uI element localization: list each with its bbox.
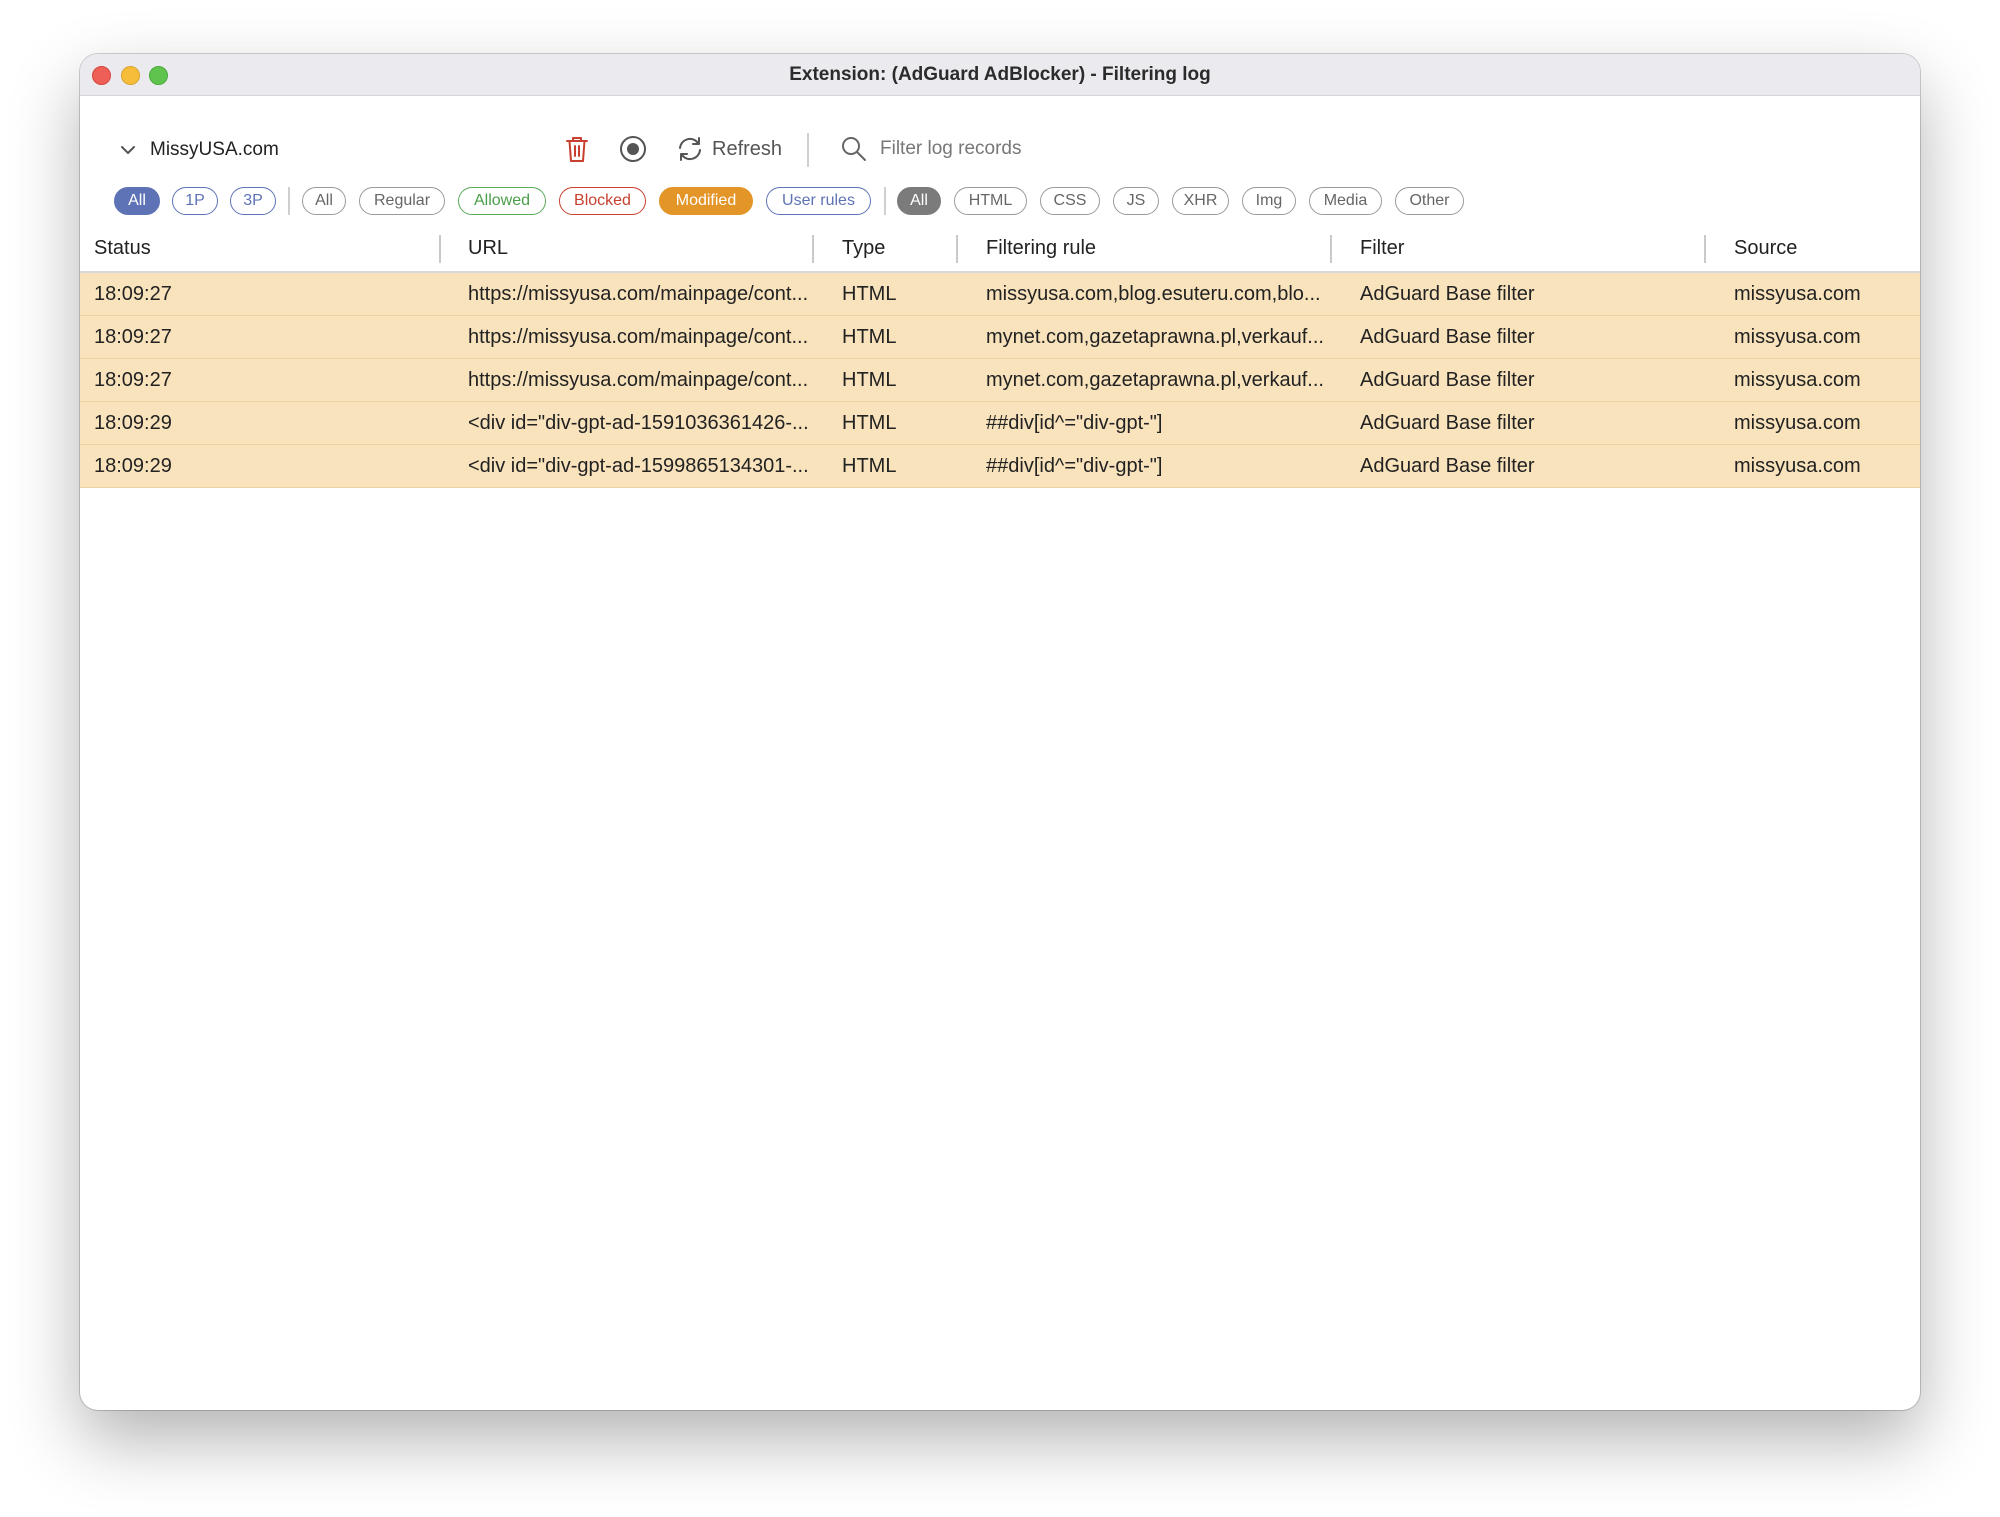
rule-cell: missyusa.com,blog.esuteru.com,blo... [986, 283, 1321, 305]
source-cell: missyusa.com [1734, 455, 1861, 477]
url-cell: https://missyusa.com/mainpage/cont... [468, 326, 809, 348]
window-title: Extension: (AdGuard AdBlocker) - Filteri… [789, 64, 1211, 85]
party-filter-1p[interactable]: 1P [172, 187, 218, 215]
party-filter-3p[interactable]: 3P [230, 187, 276, 215]
table-row[interactable]: 18:09:29 <div id="div-gpt-ad-15910363614… [80, 402, 1920, 445]
type-filter-all[interactable]: All [897, 187, 941, 215]
log-table-body: 18:09:27 https://missyusa.com/mainpage/c… [80, 273, 1920, 488]
pill-divider [884, 187, 886, 215]
filter-cell: AdGuard Base filter [1360, 455, 1535, 477]
status-cell: 18:09:27 [94, 283, 172, 305]
toolbar-divider [807, 133, 809, 167]
column-header-filter[interactable]: Filter [1360, 225, 1404, 271]
pill-divider [288, 187, 290, 215]
party-filter-all[interactable]: All [114, 187, 160, 215]
rule-cell: ##div[id^="div-gpt-"] [986, 455, 1163, 477]
type-cell: HTML [842, 326, 897, 348]
table-row[interactable]: 18:09:27 https://missyusa.com/mainpage/c… [80, 359, 1920, 402]
column-header-filtering-rule[interactable]: Filtering rule [986, 225, 1096, 271]
column-resize-handle[interactable] [1330, 235, 1332, 263]
filter-cell: AdGuard Base filter [1360, 369, 1535, 391]
filter-cell: AdGuard Base filter [1360, 326, 1535, 348]
source-cell: missyusa.com [1734, 412, 1861, 434]
toolbar: MissyUSA.com Refresh [80, 95, 1920, 195]
rule-cell: mynet.com,gazetaprawna.pl,verkauf... [986, 369, 1324, 391]
type-cell: HTML [842, 412, 897, 434]
title-bar: Extension: (AdGuard AdBlocker) - Filteri… [80, 54, 1920, 96]
table-row[interactable]: 18:09:27 https://missyusa.com/mainpage/c… [80, 316, 1920, 359]
search-box [840, 132, 1260, 166]
column-header-source[interactable]: Source [1734, 225, 1797, 271]
url-cell: https://missyusa.com/mainpage/cont... [468, 369, 809, 391]
record-icon [620, 136, 646, 162]
status-cell: 18:09:29 [94, 455, 172, 477]
table-header: Status URL Type Filtering rule Filter So… [80, 225, 1920, 273]
type-filter-css[interactable]: CSS [1040, 187, 1100, 215]
rule-cell: mynet.com,gazetaprawna.pl,verkauf... [986, 326, 1324, 348]
type-cell: HTML [842, 455, 897, 477]
status-filter-all[interactable]: All [302, 187, 346, 215]
filter-cell: AdGuard Base filter [1360, 412, 1535, 434]
column-resize-handle[interactable] [812, 235, 814, 263]
column-header-url[interactable]: URL [468, 225, 508, 271]
type-cell: HTML [842, 283, 897, 305]
column-resize-handle[interactable] [439, 235, 441, 263]
table-row[interactable]: 18:09:29 <div id="div-gpt-ad-15998651343… [80, 445, 1920, 488]
search-icon [842, 137, 866, 161]
refresh-icon [679, 137, 701, 161]
table-row[interactable]: 18:09:27 https://missyusa.com/mainpage/c… [80, 273, 1920, 316]
site-name: MissyUSA.com [150, 139, 279, 160]
filtering-log-window: Extension: (AdGuard AdBlocker) - Filteri… [80, 54, 1920, 1410]
column-header-status[interactable]: Status [94, 225, 151, 271]
source-cell: missyusa.com [1734, 326, 1861, 348]
url-cell: <div id="div-gpt-ad-1591036361426-... [468, 412, 809, 434]
clear-log-button[interactable] [565, 132, 589, 166]
type-filter-html[interactable]: HTML [954, 187, 1027, 215]
filter-cell: AdGuard Base filter [1360, 283, 1535, 305]
column-resize-handle[interactable] [956, 235, 958, 263]
type-filter-img[interactable]: Img [1242, 187, 1296, 215]
type-filter-media[interactable]: Media [1309, 187, 1382, 215]
refresh-button[interactable]: Refresh [676, 132, 782, 166]
type-cell: HTML [842, 369, 897, 391]
url-cell: https://missyusa.com/mainpage/cont... [468, 283, 809, 305]
status-cell: 18:09:27 [94, 326, 172, 348]
status-filter-user-rules[interactable]: User rules [766, 187, 871, 215]
search-input[interactable] [878, 137, 1242, 161]
url-cell: <div id="div-gpt-ad-1599865134301-... [468, 455, 809, 477]
source-cell: missyusa.com [1734, 283, 1861, 305]
type-filter-other[interactable]: Other [1395, 187, 1464, 215]
status-cell: 18:09:29 [94, 412, 172, 434]
source-cell: missyusa.com [1734, 369, 1861, 391]
chevron-down-icon [121, 146, 135, 154]
column-resize-handle[interactable] [1704, 235, 1706, 263]
type-filter-xhr[interactable]: XHR [1172, 187, 1229, 215]
status-filter-regular[interactable]: Regular [359, 187, 445, 215]
rule-cell: ##div[id^="div-gpt-"] [986, 412, 1163, 434]
type-filter-js[interactable]: JS [1113, 187, 1159, 215]
trash-icon [566, 137, 588, 162]
site-selector[interactable]: MissyUSA.com [118, 135, 279, 165]
status-filter-allowed[interactable]: Allowed [458, 187, 546, 215]
status-filter-modified[interactable]: Modified [659, 187, 753, 215]
column-header-type[interactable]: Type [842, 225, 885, 271]
status-cell: 18:09:27 [94, 369, 172, 391]
refresh-label: Refresh [712, 137, 783, 160]
status-filter-blocked[interactable]: Blocked [559, 187, 646, 215]
record-button[interactable] [619, 132, 647, 166]
